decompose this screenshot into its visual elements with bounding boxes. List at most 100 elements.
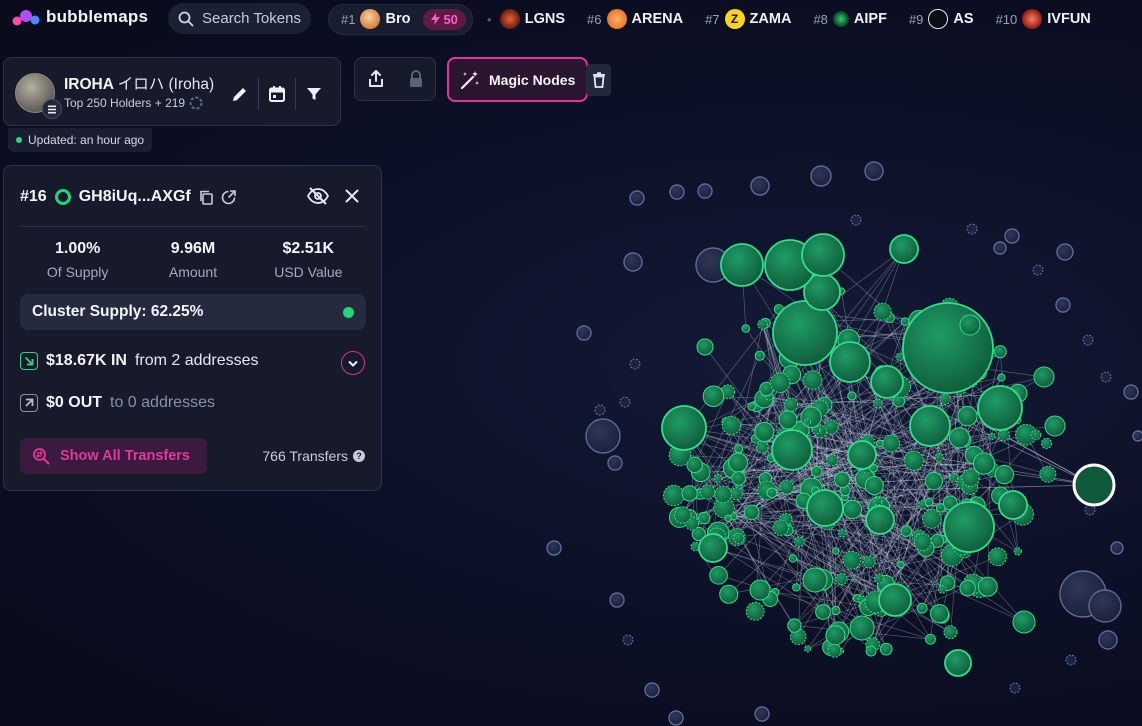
holder-bubble[interactable] [629,190,645,206]
holder-bubble[interactable] [895,352,904,362]
holder-bubble[interactable] [825,625,846,646]
copy-icon[interactable] [199,190,213,205]
holder-bubble[interactable] [607,455,623,471]
ticker-item-aipf[interactable]: #8 AIPF [813,11,887,27]
ticker-item-arena[interactable]: #6 ARENA [587,9,683,29]
holder-bubble[interactable] [879,642,893,656]
selected-holder-bubble[interactable] [1072,463,1116,507]
holder-bubble[interactable] [909,405,951,447]
holder-bubble[interactable] [802,567,828,593]
holder-bubble[interactable] [697,183,713,199]
holder-bubble[interactable] [826,454,839,467]
holder-bubble[interactable] [959,579,976,597]
holder-bubble[interactable] [997,373,1006,382]
holder-bubble[interactable] [787,618,802,633]
holder-bubble[interactable] [988,432,996,441]
holder-bubble[interactable] [700,484,716,500]
holder-bubble[interactable] [935,503,946,513]
holder-bubble[interactable] [741,324,750,333]
holder-bubble[interactable] [959,314,981,336]
delete-button[interactable] [586,64,611,96]
holder-bubble[interactable] [937,584,947,594]
holder-bubble[interactable] [771,429,813,471]
holder-bubble[interactable] [993,241,1007,255]
holder-bubble[interactable] [766,487,778,499]
holder-bubble[interactable] [1044,415,1066,437]
holder-bubble[interactable] [803,418,812,426]
holder-bubble[interactable] [594,404,606,416]
holder-bubble[interactable] [882,434,900,453]
holder-bubble[interactable] [1012,610,1036,634]
holder-bubble[interactable] [709,566,728,585]
holder-bubble[interactable] [792,583,801,592]
holder-bubble[interactable] [1110,541,1124,555]
holder-bubble[interactable] [800,406,822,429]
calendar-button[interactable] [261,80,293,108]
holder-bubble[interactable] [696,338,714,356]
holder-bubble[interactable] [988,547,1008,567]
holder-bubble[interactable] [788,554,798,563]
holder-bubble[interactable] [1004,228,1020,244]
holder-bubble[interactable] [1084,504,1096,516]
holder-bubble[interactable] [815,604,831,620]
holder-bubble[interactable] [835,573,848,586]
holder-bubble[interactable] [972,452,996,475]
holder-bubble[interactable] [729,487,743,501]
holder-bubble[interactable] [977,576,998,597]
holder-bubble[interactable] [1132,430,1142,442]
holder-bubble[interactable] [769,372,791,393]
holder-bubble[interactable] [619,396,631,408]
holder-bubble[interactable] [784,397,799,412]
lock-icon[interactable] [408,70,424,88]
ticker-item-bro[interactable]: #1 Bro 50 [328,3,473,35]
holder-bubble[interactable] [842,499,863,520]
holder-bubble[interactable] [873,302,892,321]
holder-bubble[interactable] [925,633,936,645]
holder-bubble[interactable] [870,365,904,399]
holder-bubble[interactable] [850,214,862,226]
holder-bubble[interactable] [662,484,685,507]
holder-bubble[interactable] [924,497,934,507]
holder-bubble[interactable] [806,489,844,527]
holder-bubble[interactable] [1065,654,1077,666]
holder-bubble[interactable] [900,317,910,326]
holder-bubble[interactable] [576,325,592,341]
holder-bubble[interactable] [779,479,795,495]
holder-bubble[interactable] [842,550,862,570]
ticker-item-lgns[interactable]: LGNS [499,9,565,29]
cluster-supply-row[interactable]: Cluster Supply: 62.25% [20,294,366,330]
holder-bubble[interactable] [902,302,994,394]
holder-bubble[interactable] [1056,243,1074,261]
holder-bubble[interactable] [622,634,634,646]
holder-bubble[interactable] [900,525,912,537]
holder-bubble[interactable] [644,682,660,698]
show-all-transfers-button[interactable]: Show All Transfers [20,438,207,474]
logo[interactable]: bubblemaps [12,7,148,27]
holder-bubble[interactable] [702,385,725,408]
holder-bubble[interactable] [724,514,732,522]
holder-bubble[interactable] [994,464,1014,485]
holder-bubble[interactable] [778,410,798,430]
hide-eye-icon[interactable] [307,187,329,205]
holder-bubble[interactable] [865,645,877,657]
holder-bubble[interactable] [1013,547,1022,556]
holder-bubble[interactable] [629,358,641,370]
holder-bubble[interactable] [754,421,775,442]
ticker-item-ivfun[interactable]: #10 IVFUN [996,9,1091,29]
ticker-item-zama[interactable]: #7 Z ZAMA [705,9,791,29]
holder-bubble[interactable] [802,370,823,390]
holder-bubble[interactable] [864,476,884,496]
holder-bubble[interactable] [731,471,746,486]
holder-bubble[interactable] [834,471,851,488]
holder-bubble[interactable] [837,528,847,538]
expand-inflow-button[interactable] [341,351,365,375]
holder-bubble[interactable] [903,450,925,471]
holder-bubble[interactable] [897,560,905,569]
holder-bubble[interactable] [849,615,875,641]
holder-bubble[interactable] [609,592,625,608]
holder-bubble[interactable] [977,385,1023,431]
holder-bubble[interactable] [1039,465,1057,483]
holder-bubble[interactable] [832,547,840,555]
holder-bubble[interactable] [747,402,756,411]
holder-bubble[interactable] [847,391,857,401]
